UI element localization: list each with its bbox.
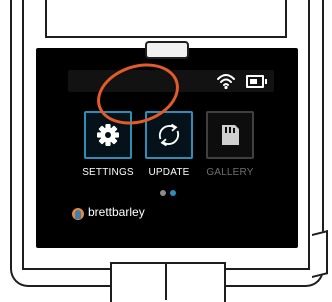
bottom-dock [110, 262, 226, 302]
screen-notch [145, 41, 189, 59]
shell-inner-left-edge [22, 0, 24, 270]
refresh-icon [158, 123, 180, 147]
pager-dot-2-active[interactable] [170, 190, 176, 196]
gallery-label: GALLERY [206, 167, 254, 178]
username: brettbarley [88, 205, 145, 219]
battery-icon [246, 75, 267, 88]
update-label: UPDATE [148, 167, 190, 178]
shell-inner-right-edge [308, 0, 310, 270]
dock-divider [165, 264, 167, 300]
side-latch [312, 230, 328, 278]
battery-level [250, 79, 257, 84]
sd-card-icon [222, 125, 239, 145]
top-bracket-bottom [45, 36, 287, 38]
avatar [72, 208, 84, 220]
top-bracket-left [45, 0, 47, 38]
settings-label: SETTINGS [82, 167, 134, 178]
top-bracket-right [285, 0, 287, 38]
pager-dot-1[interactable] [160, 190, 166, 196]
gallery-app-button[interactable] [206, 111, 254, 159]
wifi-icon [217, 74, 235, 90]
